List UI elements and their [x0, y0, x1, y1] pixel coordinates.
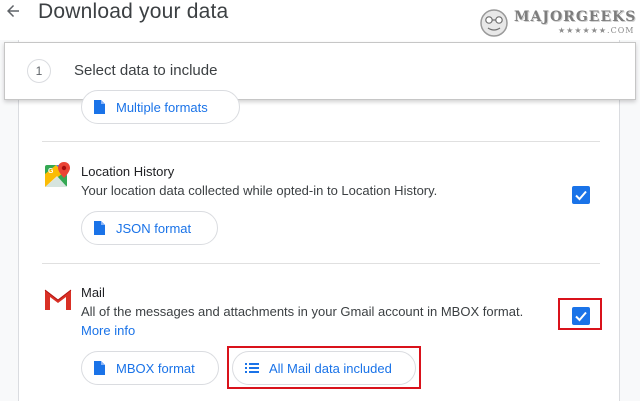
document-icon [94, 100, 105, 114]
document-icon [94, 361, 105, 375]
top-bar: Download your data MAJORGEEKS ★★★★★★.COM [0, 0, 640, 40]
mbox-format-label: MBOX format [116, 360, 195, 376]
mbox-format-button[interactable]: MBOX format [81, 351, 219, 385]
divider [42, 263, 600, 264]
location-history-checkbox[interactable] [572, 186, 590, 204]
all-mail-data-label: All Mail data included [269, 360, 392, 376]
json-format-button[interactable]: JSON format [81, 211, 218, 245]
step-number: 1 [27, 59, 51, 83]
watermark-subtext: ★★★★★★.COM [558, 26, 635, 35]
more-info-link[interactable]: More info [81, 323, 135, 338]
location-history-title: Location History [81, 164, 175, 179]
multiple-formats-label: Multiple formats [116, 99, 208, 115]
location-history-description: Your location data collected while opted… [81, 183, 438, 198]
watermark-text: MAJORGEEKS [514, 9, 637, 25]
watermark: MAJORGEEKS ★★★★★★.COM [478, 8, 635, 38]
arrow-back-icon[interactable] [4, 2, 22, 20]
majorgeeks-logo-icon [480, 9, 508, 37]
all-mail-data-button[interactable]: All Mail data included [232, 351, 416, 385]
svg-text:G: G [48, 168, 54, 175]
gmail-icon [44, 289, 72, 310]
json-format-label: JSON format [116, 220, 192, 236]
mail-description: All of the messages and attachments in y… [81, 304, 524, 319]
step-label: Select data to include [74, 62, 218, 79]
mail-checkbox[interactable] [572, 307, 590, 325]
page-title: Download your data [38, 0, 229, 23]
mail-title: Mail [81, 285, 105, 300]
multiple-formats-button[interactable]: Multiple formats [81, 90, 240, 124]
divider [42, 141, 600, 142]
document-icon [94, 221, 105, 235]
google-maps-icon: G [45, 162, 70, 187]
list-icon [245, 363, 259, 373]
